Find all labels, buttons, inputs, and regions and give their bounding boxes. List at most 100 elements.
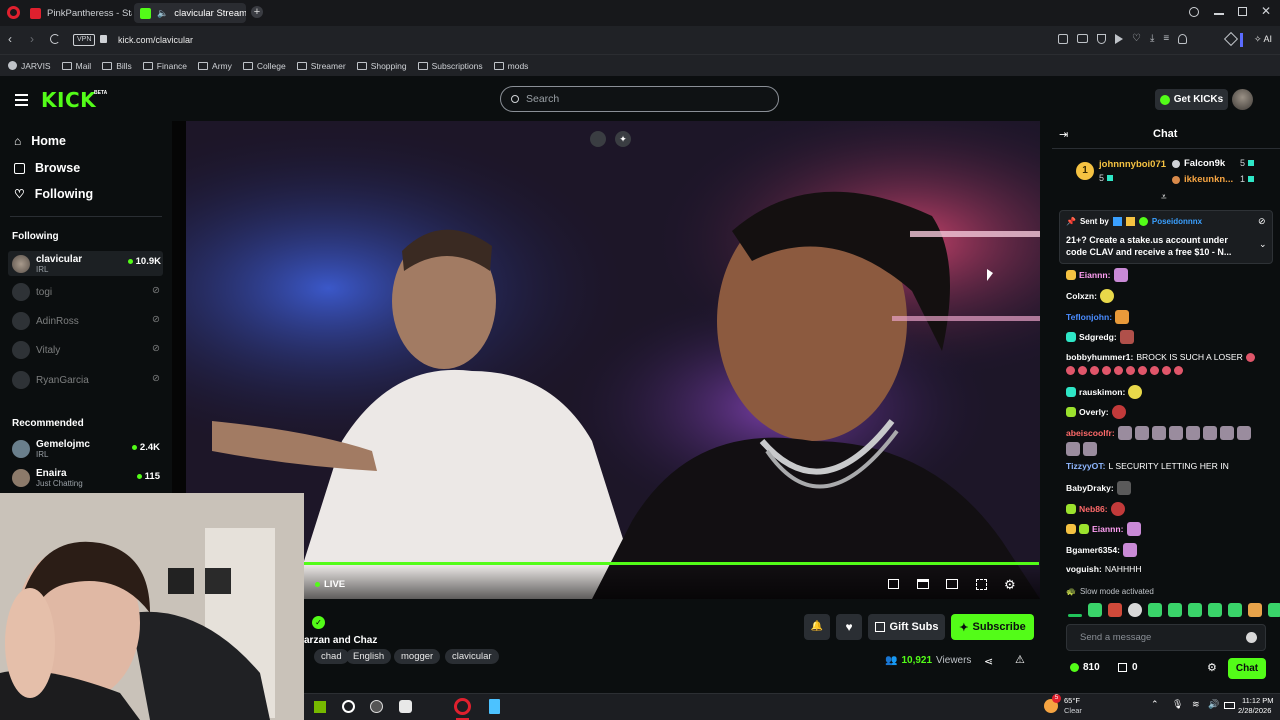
chat-message[interactable]: bobbyhummer1: BROCK IS SUCH A LOSER bbox=[1066, 352, 1255, 362]
menu-lines-icon[interactable]: ≡ bbox=[1163, 34, 1169, 44]
gift-subs-button[interactable]: Gift Subs bbox=[868, 614, 945, 640]
bookmark-bills[interactable]: Bills bbox=[102, 61, 132, 71]
channel-clavicular[interactable]: clavicular IRL 10.9K bbox=[8, 251, 163, 276]
tag-english[interactable]: English bbox=[346, 649, 392, 664]
leaderboard-second[interactable]: Falcon9k bbox=[1172, 158, 1225, 169]
battery-icon[interactable] bbox=[1224, 702, 1235, 709]
clock-time[interactable]: 11:12 PM bbox=[1242, 696, 1274, 705]
bookmark-mail[interactable]: Mail bbox=[61, 61, 91, 71]
chat-message[interactable]: Teflonjohn: bbox=[1066, 310, 1130, 324]
chat-message[interactable]: voguish: NAHHHH bbox=[1066, 564, 1142, 574]
nav-home[interactable]: ⌂ Home bbox=[14, 134, 66, 148]
edit-icon[interactable] bbox=[1058, 34, 1068, 44]
share-icon[interactable]: ⋖ bbox=[984, 655, 993, 668]
emote-icon[interactable] bbox=[1268, 603, 1280, 617]
chat-message[interactable]: Colxzn: bbox=[1066, 289, 1115, 303]
send-chat-button[interactable]: Chat bbox=[1228, 658, 1266, 679]
emoji-picker-icon[interactable] bbox=[1246, 632, 1257, 643]
ai-button[interactable]: ✧ AI bbox=[1254, 34, 1272, 45]
microphone-icon[interactable]: 🎙 bbox=[1172, 699, 1183, 710]
tab-clavicular[interactable]: 🔈 clavicular Stream - Wa bbox=[134, 3, 246, 23]
settings-gear-icon[interactable]: ⚙ bbox=[1004, 577, 1016, 593]
heart-outline-icon[interactable]: ♡ bbox=[1132, 34, 1141, 44]
bookmark-finance[interactable]: Finance bbox=[142, 61, 187, 71]
volume-icon[interactable]: 🔊 bbox=[1208, 699, 1219, 710]
show-hidden-icons[interactable]: ⌃ bbox=[1151, 699, 1159, 710]
hamburger-menu-icon[interactable] bbox=[15, 94, 28, 106]
channel-togi[interactable]: togi ⊘ bbox=[12, 280, 162, 304]
shield-icon[interactable] bbox=[1097, 34, 1106, 44]
emote-icon[interactable] bbox=[1128, 603, 1142, 617]
app-icon[interactable] bbox=[370, 700, 383, 713]
search-tabs-icon[interactable] bbox=[1189, 7, 1199, 17]
chat-settings-icon[interactable]: ⚙ bbox=[1207, 661, 1217, 674]
subscribe-button[interactable]: ✦ Subscribe bbox=[951, 614, 1034, 640]
bookmark-shopping[interactable]: Shopping bbox=[356, 61, 407, 71]
new-tab-button[interactable]: + bbox=[251, 6, 263, 18]
nav-following[interactable]: ♡ Following bbox=[14, 187, 93, 201]
speaker-icon[interactable]: 🔈 bbox=[157, 8, 168, 19]
chat-message[interactable]: Eiannn: bbox=[1066, 522, 1141, 536]
notepad-icon[interactable] bbox=[489, 699, 500, 714]
nav-browse[interactable]: Browse bbox=[14, 161, 80, 175]
chat-message[interactable]: Overly: bbox=[1066, 405, 1126, 419]
bookmark-jarvis[interactable]: JARVIS bbox=[8, 61, 51, 71]
chat-input[interactable]: Send a message bbox=[1066, 624, 1266, 651]
nvidia-icon[interactable] bbox=[314, 701, 326, 713]
unpin-icon[interactable]: ⊘ bbox=[1258, 216, 1266, 227]
pinned-message[interactable]: 📌 Sent by Poseidonnnx ⊘ 21+? Create a st… bbox=[1059, 210, 1273, 264]
channel-ryangarcia[interactable]: RyanGarcia ⊘ bbox=[12, 368, 162, 392]
channel-points[interactable]: 0 bbox=[1118, 662, 1138, 673]
report-warning-icon[interactable]: ⚠ bbox=[1015, 653, 1025, 666]
bookmark-subscriptions[interactable]: Subscriptions bbox=[417, 61, 483, 71]
miniplayer-icon[interactable] bbox=[888, 579, 899, 589]
play-icon[interactable] bbox=[1115, 34, 1123, 44]
clip-icon[interactable] bbox=[917, 579, 929, 589]
reload-icon[interactable] bbox=[50, 34, 60, 44]
enhance-icon[interactable]: ✦ bbox=[615, 131, 631, 147]
url-text[interactable]: kick.com/clavicular bbox=[118, 35, 193, 45]
restore-button[interactable] bbox=[1238, 7, 1247, 16]
channel-enaira[interactable]: Enaira Just Chatting 115 bbox=[12, 466, 162, 490]
bookmark-college[interactable]: College bbox=[242, 61, 286, 71]
minimize-button[interactable] bbox=[1214, 13, 1224, 15]
vpn-badge[interactable]: VPN bbox=[73, 34, 96, 46]
leaderboard-third[interactable]: ikkeunkn... bbox=[1172, 174, 1233, 185]
collapse-chat-icon[interactable]: ⇥ bbox=[1059, 128, 1068, 141]
streamdeck-icon[interactable] bbox=[399, 700, 412, 713]
leaderboard-top-name[interactable]: johnnnyboi071 bbox=[1099, 159, 1166, 170]
emote-icon[interactable] bbox=[1248, 603, 1262, 617]
chat-message[interactable]: Eiannn: bbox=[1066, 268, 1128, 282]
chat-message[interactable]: BabyDraky: bbox=[1066, 481, 1131, 495]
extensions-icon[interactable] bbox=[1223, 31, 1239, 47]
opera-taskbar-icon[interactable] bbox=[454, 698, 471, 715]
emote-icon[interactable] bbox=[1108, 603, 1122, 617]
close-window-button[interactable]: ✕ bbox=[1261, 4, 1271, 18]
bookmark-army[interactable]: Army bbox=[198, 61, 232, 71]
get-kicks-button[interactable]: Get KICKs bbox=[1155, 89, 1228, 110]
chat-message[interactable]: Bgamer6354: bbox=[1066, 543, 1137, 557]
notification-bell-button[interactable]: 🔔 bbox=[804, 614, 830, 640]
chat-message[interactable]: rauskimon: bbox=[1066, 385, 1143, 399]
forward-icon[interactable]: › bbox=[30, 32, 34, 46]
fullscreen-icon[interactable] bbox=[976, 579, 987, 590]
kick-logo[interactable]: KICK bbox=[41, 88, 96, 112]
download-icon[interactable]: ⤓ bbox=[1150, 34, 1154, 44]
obs-icon[interactable] bbox=[342, 700, 355, 713]
channel-vitaly[interactable]: Vitaly ⊘ bbox=[12, 338, 162, 362]
chat-message[interactable]: abeiscoolfr: bbox=[1066, 426, 1251, 440]
tag-clavicular[interactable]: clavicular bbox=[445, 649, 499, 664]
account-icon[interactable] bbox=[1178, 34, 1188, 44]
bookmark-streamer[interactable]: Streamer bbox=[296, 61, 346, 71]
emote-icon[interactable] bbox=[1068, 614, 1082, 617]
emote-icon[interactable] bbox=[1188, 603, 1202, 617]
picture-in-picture-icon[interactable] bbox=[590, 131, 606, 147]
channel-adinross[interactable]: AdinRoss ⊘ bbox=[12, 309, 162, 333]
expand-leaderboard-icon[interactable]: ⩡ bbox=[1161, 192, 1167, 203]
bookmark-mods[interactable]: mods bbox=[493, 61, 528, 71]
camera-icon[interactable] bbox=[1077, 34, 1088, 43]
chat-message[interactable]: Sdgredg: bbox=[1066, 330, 1134, 344]
tab-pinkpantheress[interactable]: PinkPantheress - Statesid bbox=[24, 3, 132, 23]
emote-icon[interactable] bbox=[1228, 603, 1242, 617]
tag-chad[interactable]: chad bbox=[314, 649, 349, 664]
